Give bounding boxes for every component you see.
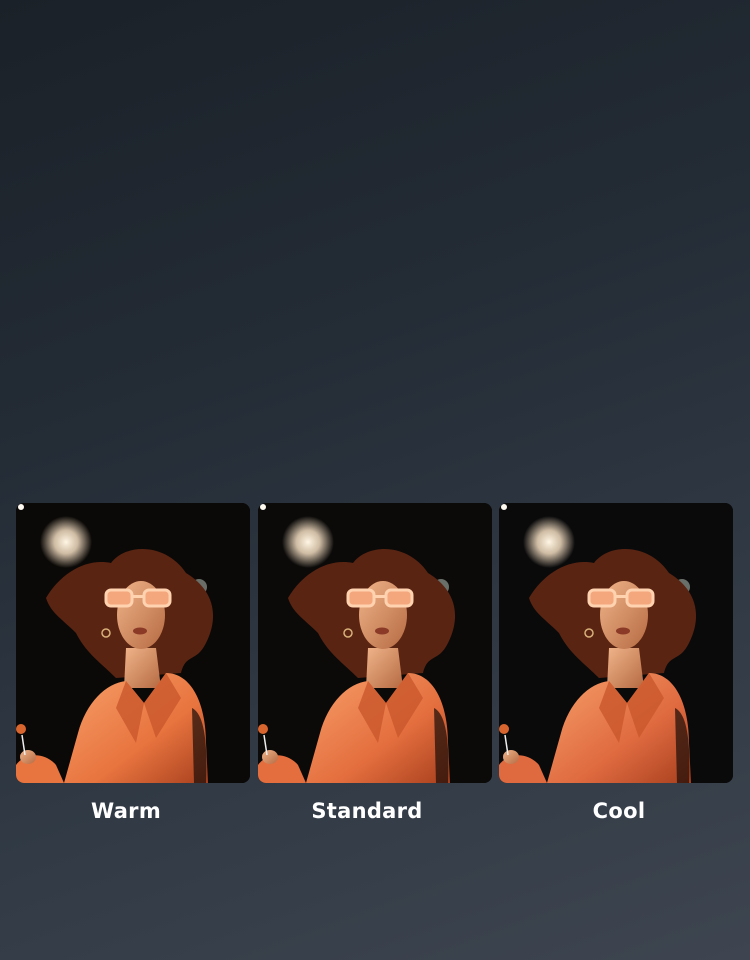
glasses-right-lens (142, 588, 172, 608)
color-temperature-comparison: Warm Standard Cool (0, 503, 750, 833)
neck (607, 648, 644, 688)
lips (375, 627, 389, 635)
warm-label: Warm (90, 799, 162, 823)
glasses-left-lens (587, 588, 617, 608)
neck (124, 648, 161, 688)
standard-photo (258, 503, 492, 783)
portrait-illustration (16, 503, 250, 783)
cool-photo (499, 503, 733, 783)
glasses-bridge (374, 595, 386, 598)
glasses-bridge (615, 595, 627, 598)
lips (616, 627, 630, 635)
portrait-illustration (499, 503, 733, 783)
corner-light (501, 504, 507, 510)
comparison-card-standard: Standard (258, 503, 492, 823)
cool-label: Cool (592, 799, 646, 823)
glasses-right-lens (384, 588, 414, 608)
corner-light (260, 504, 266, 510)
standard-label: Standard (311, 799, 423, 823)
lips (133, 627, 147, 635)
lollipop-candy (258, 724, 268, 734)
hand (503, 750, 519, 764)
glasses-right-lens (625, 588, 655, 608)
portrait-illustration (258, 503, 492, 783)
glasses-left-lens (346, 588, 376, 608)
comparison-card-cool: Cool (499, 503, 733, 823)
glasses-left-lens (104, 588, 134, 608)
light-orb (523, 516, 575, 568)
neck (366, 648, 403, 688)
corner-light (18, 504, 24, 510)
glasses-bridge (132, 595, 144, 598)
hand (20, 750, 36, 764)
light-orb (40, 516, 92, 568)
lollipop-candy (499, 724, 509, 734)
warm-photo (16, 503, 250, 783)
lollipop-candy (16, 724, 26, 734)
light-orb (282, 516, 334, 568)
comparison-card-warm: Warm (16, 503, 250, 823)
hand (262, 750, 278, 764)
